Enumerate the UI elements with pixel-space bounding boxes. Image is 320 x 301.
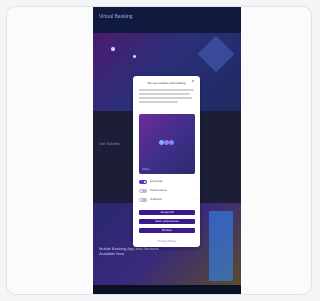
preview-image[interactable]: Video (139, 114, 195, 174)
chevron-right-icon: › (194, 179, 195, 183)
bottom-bar (93, 285, 241, 294)
desc-line (139, 89, 194, 91)
desc-line (139, 93, 190, 95)
promo-text: Mobile Banking App and Services Availabl… (99, 246, 159, 256)
decline-button[interactable]: Decline (139, 228, 195, 233)
modal-title: We use cookies and tracking (147, 81, 186, 85)
toggle-label: Performance (150, 188, 168, 192)
modal-description (139, 89, 194, 105)
canvas-card: Virtual Banking Get Started Mobile Banki… (6, 6, 312, 295)
toggle-row-essential[interactable]: Essential › (139, 179, 195, 185)
toggle-switch[interactable] (139, 180, 147, 184)
toggle-label: Analytics (150, 197, 163, 201)
cookie-consent-modal: We use cookies and tracking × Video Esse… (133, 76, 200, 247)
sparkle-icon (133, 55, 136, 58)
promo-strip (209, 211, 233, 281)
chevron-right-icon: › (194, 197, 195, 201)
toggle-switch[interactable] (139, 189, 147, 193)
desc-line (139, 101, 178, 103)
phone-screen: Virtual Banking Get Started Mobile Banki… (93, 7, 241, 294)
accept-all-button[interactable]: Accept all (139, 210, 195, 215)
logo-icon (159, 139, 175, 146)
sparkle-icon (111, 47, 115, 51)
desc-line (139, 97, 192, 99)
section-text: Get Started (99, 141, 120, 146)
preview-caption: Video (142, 167, 150, 171)
app-header: Virtual Banking (93, 7, 241, 33)
close-icon[interactable]: × (190, 79, 196, 85)
chevron-right-icon: › (194, 188, 195, 192)
toggle-switch[interactable] (139, 198, 147, 202)
hero-diamond-shape (197, 35, 235, 73)
privacy-policy-link[interactable]: Privacy Policy (139, 239, 195, 243)
app-title: Virtual Banking (99, 14, 133, 20)
toggle-row-analytics[interactable]: Analytics › (139, 197, 195, 203)
toggle-label: Essential (150, 179, 163, 183)
toggle-row-performance[interactable]: Performance › (139, 188, 195, 194)
save-preferences-button[interactable]: Save preferences (139, 219, 195, 224)
